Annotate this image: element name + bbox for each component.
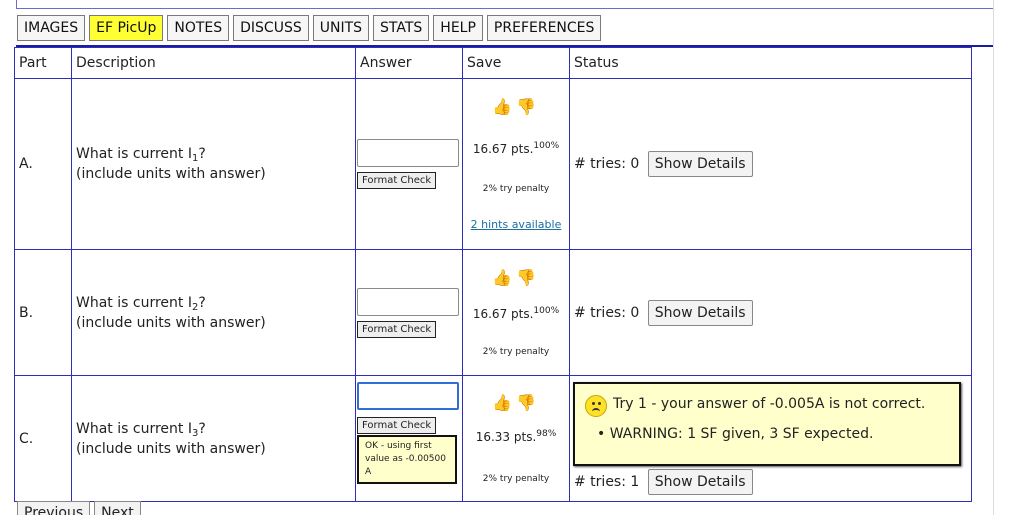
previous-button[interactable]: Previous: [17, 501, 91, 515]
part-label: A.: [14, 78, 72, 250]
points-value: 16.33 pts.98%: [475, 429, 557, 445]
scroll-edge: [993, 0, 994, 515]
show-details-button[interactable]: Show Details: [647, 151, 753, 177]
format-check-button[interactable]: Format Check: [357, 417, 437, 434]
tab-images[interactable]: IMAGES: [17, 15, 86, 41]
points-value: 16.67 pts.100%: [472, 306, 560, 322]
points-value: 16.67 pts.100%: [472, 141, 560, 157]
status-cell: # tries: 0 Show Details: [569, 78, 972, 250]
format-check-button[interactable]: Format Check: [357, 320, 437, 338]
table-row: C. What is current I3? (include units wi…: [14, 375, 972, 502]
header-part: Part: [14, 47, 72, 79]
try-penalty: 2% try penalty: [482, 474, 550, 484]
tab-notes[interactable]: NOTES: [167, 15, 230, 41]
try-penalty: 2% try penalty: [482, 184, 550, 194]
header-answer: Answer: [355, 47, 463, 79]
answer-input[interactable]: [357, 139, 459, 167]
format-check-button[interactable]: Format Check: [357, 172, 437, 189]
thumbs-up-icon[interactable]: 👍: [492, 393, 516, 412]
save-cell: 👍👎 16.67 pts.100% 2% try penalty 2 hints…: [462, 78, 570, 250]
question-description: What is current I1? (include units with …: [71, 78, 356, 250]
thumbs-up-icon[interactable]: 👍: [492, 97, 516, 116]
answer-cell: Format Check: [355, 249, 463, 376]
frown-face-icon: [585, 395, 607, 417]
next-button[interactable]: Next: [94, 501, 141, 515]
thumbs-down-icon[interactable]: 👎: [516, 393, 540, 412]
tab-discuss[interactable]: DISCUSS: [233, 15, 309, 41]
feedback-box: Try 1 - your answer of -0.005A is not co…: [573, 382, 961, 466]
units-hint: (include units with answer): [76, 314, 266, 331]
question-description: What is current I2? (include units with …: [71, 249, 356, 376]
table-header-row: Part Description Answer Save Status: [14, 47, 972, 79]
question-text: What is current I1?: [76, 146, 206, 164]
show-details-button[interactable]: Show Details: [647, 469, 753, 495]
tab-help[interactable]: HELP: [433, 15, 483, 41]
tab-bar: IMAGES EF PicUp NOTES DISCUSS UNITS STAT…: [17, 15, 602, 41]
status-cell: # tries: 0 Show Details: [569, 249, 972, 376]
tab-units[interactable]: UNITS: [312, 15, 370, 41]
tab-preferences[interactable]: PREFERENCES: [486, 15, 602, 41]
rating-icons: 👍👎: [463, 268, 569, 287]
header-save: Save: [462, 47, 570, 79]
show-details-button[interactable]: Show Details: [647, 299, 753, 326]
table-row: B. What is current I2? (include units wi…: [14, 249, 972, 376]
question-description: What is current I3? (include units with …: [71, 375, 356, 502]
rating-icons: 👍👎: [463, 97, 569, 116]
thumbs-up-icon[interactable]: 👍: [492, 268, 516, 287]
rating-icons: 👍👎: [463, 393, 569, 412]
format-check-note: OK - using first value as -0.00500 A: [357, 435, 457, 484]
sig-fig-warning: • WARNING: 1 SF given, 3 SF expected.: [597, 426, 874, 442]
answer-input[interactable]: [357, 382, 459, 410]
question-text: What is current I2?: [76, 294, 206, 313]
try-penalty: 2% try penalty: [482, 347, 550, 357]
tab-stats[interactable]: STATS: [373, 15, 430, 41]
save-cell: 👍👎 16.33 pts.98% 2% try penalty: [462, 375, 570, 502]
save-cell: 👍👎 16.67 pts.100% 2% try penalty: [462, 249, 570, 376]
units-hint: (include units with answer): [76, 166, 266, 182]
answer-input[interactable]: [357, 287, 459, 316]
header-description: Description: [71, 47, 356, 79]
tries-count: # tries: 0: [574, 304, 640, 321]
tab-ef-picup[interactable]: EF PicUp: [89, 15, 164, 41]
table-row: A. What is current I1? (include units wi…: [14, 78, 972, 250]
answer-cell: Format Check OK - using first value as -…: [355, 375, 463, 502]
thumbs-down-icon[interactable]: 👎: [516, 97, 540, 116]
question-text: What is current I3?: [76, 420, 206, 439]
part-label: B.: [14, 249, 72, 376]
thumbs-down-icon[interactable]: 👎: [516, 268, 540, 287]
part-label: C.: [14, 375, 72, 502]
feedback-message: Try 1 - your answer of -0.005A is not co…: [613, 396, 926, 412]
question-table: Part Description Answer Save Status A. W…: [14, 47, 972, 502]
units-hint: (include units with answer): [76, 440, 266, 457]
header-status: Status: [569, 47, 972, 79]
tries-count: # tries: 0: [574, 156, 640, 172]
answer-cell: Format Check: [355, 78, 463, 250]
hints-link[interactable]: 2 hints available: [463, 218, 569, 231]
navigation-buttons: Previous Next: [17, 501, 141, 515]
top-divider: [16, 8, 993, 9]
status-cell: Try 1 - your answer of -0.005A is not co…: [569, 375, 972, 502]
tries-count: # tries: 1: [574, 474, 640, 490]
